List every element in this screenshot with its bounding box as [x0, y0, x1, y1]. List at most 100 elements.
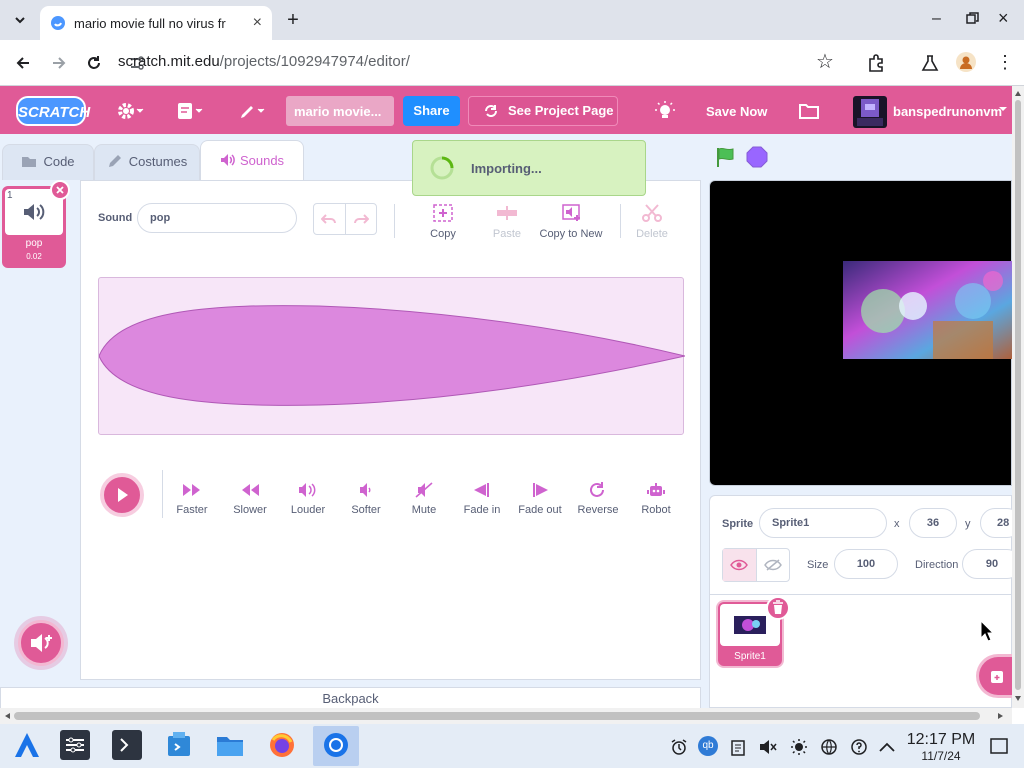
share-button[interactable]: Share — [403, 96, 460, 126]
stop-sign-icon[interactable] — [746, 146, 768, 168]
hide-sprite-eye-icon[interactable] — [757, 549, 790, 581]
effect-softer-button[interactable]: Softer — [337, 480, 395, 516]
delete-sprite-trash-icon[interactable] — [766, 596, 790, 620]
scroll-up-arrow-icon[interactable] — [1015, 90, 1021, 96]
effect-louder-button[interactable]: Louder — [279, 480, 337, 516]
delete-button[interactable]: Delete — [619, 202, 685, 240]
launcher-icon[interactable] — [12, 730, 42, 760]
browser-tab-active[interactable]: mario movie full no virus fr × — [40, 6, 272, 40]
sound-name-input[interactable]: pop — [137, 203, 297, 233]
bookmark-star-icon[interactable]: ☆ — [816, 52, 836, 72]
see-project-page-button[interactable]: See Project Page — [468, 96, 618, 126]
sound-item-pop[interactable]: 1 pop 0.02 — [2, 180, 70, 268]
choose-a-sprite-button[interactable] — [976, 654, 1012, 698]
copy-icon — [410, 202, 476, 224]
horizontal-scroll-thumb[interactable] — [14, 712, 980, 720]
extensions-icon[interactable] — [866, 53, 886, 73]
effect-fade-in-button[interactable]: Fade in — [453, 480, 511, 516]
undo-redo-group — [313, 203, 377, 235]
theme-lightbulb-icon[interactable] — [654, 100, 676, 122]
waveform-container[interactable] — [98, 277, 685, 435]
terminal-icon[interactable] — [112, 730, 142, 760]
account-chevron-icon[interactable] — [998, 104, 1008, 114]
effect-robot-button[interactable]: Robot — [627, 480, 685, 516]
faster-icon — [163, 480, 221, 500]
sounds-speaker-icon — [220, 153, 236, 167]
sound-list-scrollbar[interactable] — [70, 186, 76, 656]
clock-time[interactable]: 12:17 PM — [904, 731, 978, 749]
page-horizontal-scrollbar[interactable] — [0, 708, 1012, 724]
x-input[interactable]: 36 — [909, 508, 957, 538]
settings-app-icon[interactable] — [60, 730, 90, 760]
undo-icon[interactable] — [314, 204, 346, 234]
delete-sound-icon[interactable] — [50, 180, 70, 200]
copy-button[interactable]: Copy — [410, 202, 476, 240]
delete-label: Delete — [636, 228, 668, 240]
tab-costumes[interactable]: Costumes — [94, 144, 200, 180]
back-arrow-icon[interactable] — [14, 54, 32, 72]
copy-to-new-button[interactable]: Copy to New — [538, 202, 604, 240]
file-menu-icon[interactable] — [176, 100, 206, 122]
show-desktop-icon[interactable] — [990, 738, 1008, 754]
clipboard-icon[interactable] — [730, 738, 746, 756]
close-tab-icon[interactable]: × — [253, 14, 262, 32]
settings-gear-icon[interactable] — [116, 100, 146, 122]
page-vertical-scrollbar[interactable] — [1012, 86, 1024, 708]
volume-muted-icon[interactable] — [758, 738, 778, 756]
stage[interactable] — [709, 180, 1013, 486]
brightness-icon[interactable] — [790, 738, 808, 756]
tab-code[interactable]: Code — [2, 144, 94, 180]
alarm-icon[interactable] — [670, 738, 688, 756]
chrome-icon[interactable] — [321, 730, 351, 760]
close-window-icon[interactable]: × — [998, 8, 1014, 28]
network-globe-icon[interactable] — [820, 738, 838, 756]
file-manager-icon[interactable] — [215, 730, 245, 760]
user-avatar[interactable] — [853, 96, 887, 128]
mute-label: Mute — [411, 504, 437, 516]
size-input[interactable]: 100 — [834, 549, 898, 579]
labs-flask-icon[interactable] — [920, 53, 940, 73]
backpack-header[interactable]: Backpack — [0, 687, 701, 709]
url-field[interactable]: scratch.mit.edu/projects/1092947974/edit… — [118, 53, 786, 73]
paste-button[interactable]: Paste — [474, 202, 540, 240]
choose-a-sound-button[interactable] — [18, 620, 64, 666]
username-menu[interactable]: banspedrunonvm — [893, 104, 1002, 119]
tray-expand-chevron-icon[interactable] — [878, 740, 896, 754]
forward-arrow-icon[interactable] — [50, 54, 68, 72]
sound-item-speaker-icon — [22, 202, 48, 222]
effect-mute-button[interactable]: Mute — [395, 480, 453, 516]
remote-desktop-icon[interactable] — [164, 730, 194, 760]
clock-date[interactable]: 11/7/24 — [904, 749, 978, 763]
effect-fade-out-button[interactable]: Fade out — [511, 480, 569, 516]
scroll-right-arrow-icon[interactable] — [998, 713, 1004, 719]
sprite-name-input[interactable]: Sprite1 — [759, 508, 887, 538]
scroll-left-arrow-icon[interactable] — [4, 713, 10, 719]
reload-icon[interactable] — [85, 54, 103, 72]
firefox-icon[interactable] — [267, 730, 297, 760]
scratch-logo[interactable]: SCRATCH — [16, 96, 90, 126]
tab-search-chevron-icon[interactable] — [10, 10, 30, 30]
profile-avatar-icon[interactable] — [956, 52, 976, 72]
fade-out-icon — [511, 480, 569, 500]
vertical-scroll-thumb[interactable] — [1015, 100, 1021, 690]
green-flag-icon[interactable] — [714, 146, 736, 168]
redo-icon[interactable] — [346, 204, 377, 234]
effect-slower-button[interactable]: Slower — [221, 480, 279, 516]
play-sound-button[interactable] — [100, 473, 144, 517]
qbittorrent-icon[interactable]: qb — [698, 736, 718, 756]
sprite-tile-sprite1[interactable]: Sprite1 — [716, 596, 790, 668]
scroll-down-arrow-icon[interactable] — [1015, 696, 1021, 702]
new-tab-icon[interactable]: + — [283, 10, 303, 30]
restore-icon[interactable] — [966, 12, 980, 26]
my-stuff-folder-icon[interactable] — [798, 101, 820, 121]
help-icon[interactable] — [850, 738, 868, 756]
effect-reverse-button[interactable]: Reverse — [569, 480, 627, 516]
save-now-button[interactable]: Save Now — [706, 104, 767, 119]
show-sprite-eye-icon[interactable] — [723, 549, 757, 581]
effect-faster-button[interactable]: Faster — [163, 480, 221, 516]
edit-menu-icon[interactable] — [238, 100, 268, 122]
minimize-icon[interactable]: – — [932, 10, 948, 30]
chrome-menu-icon[interactable]: ⋮ — [996, 52, 1014, 72]
project-title-input[interactable]: mario movie... — [286, 96, 394, 126]
tab-sounds[interactable]: Sounds — [200, 140, 304, 181]
